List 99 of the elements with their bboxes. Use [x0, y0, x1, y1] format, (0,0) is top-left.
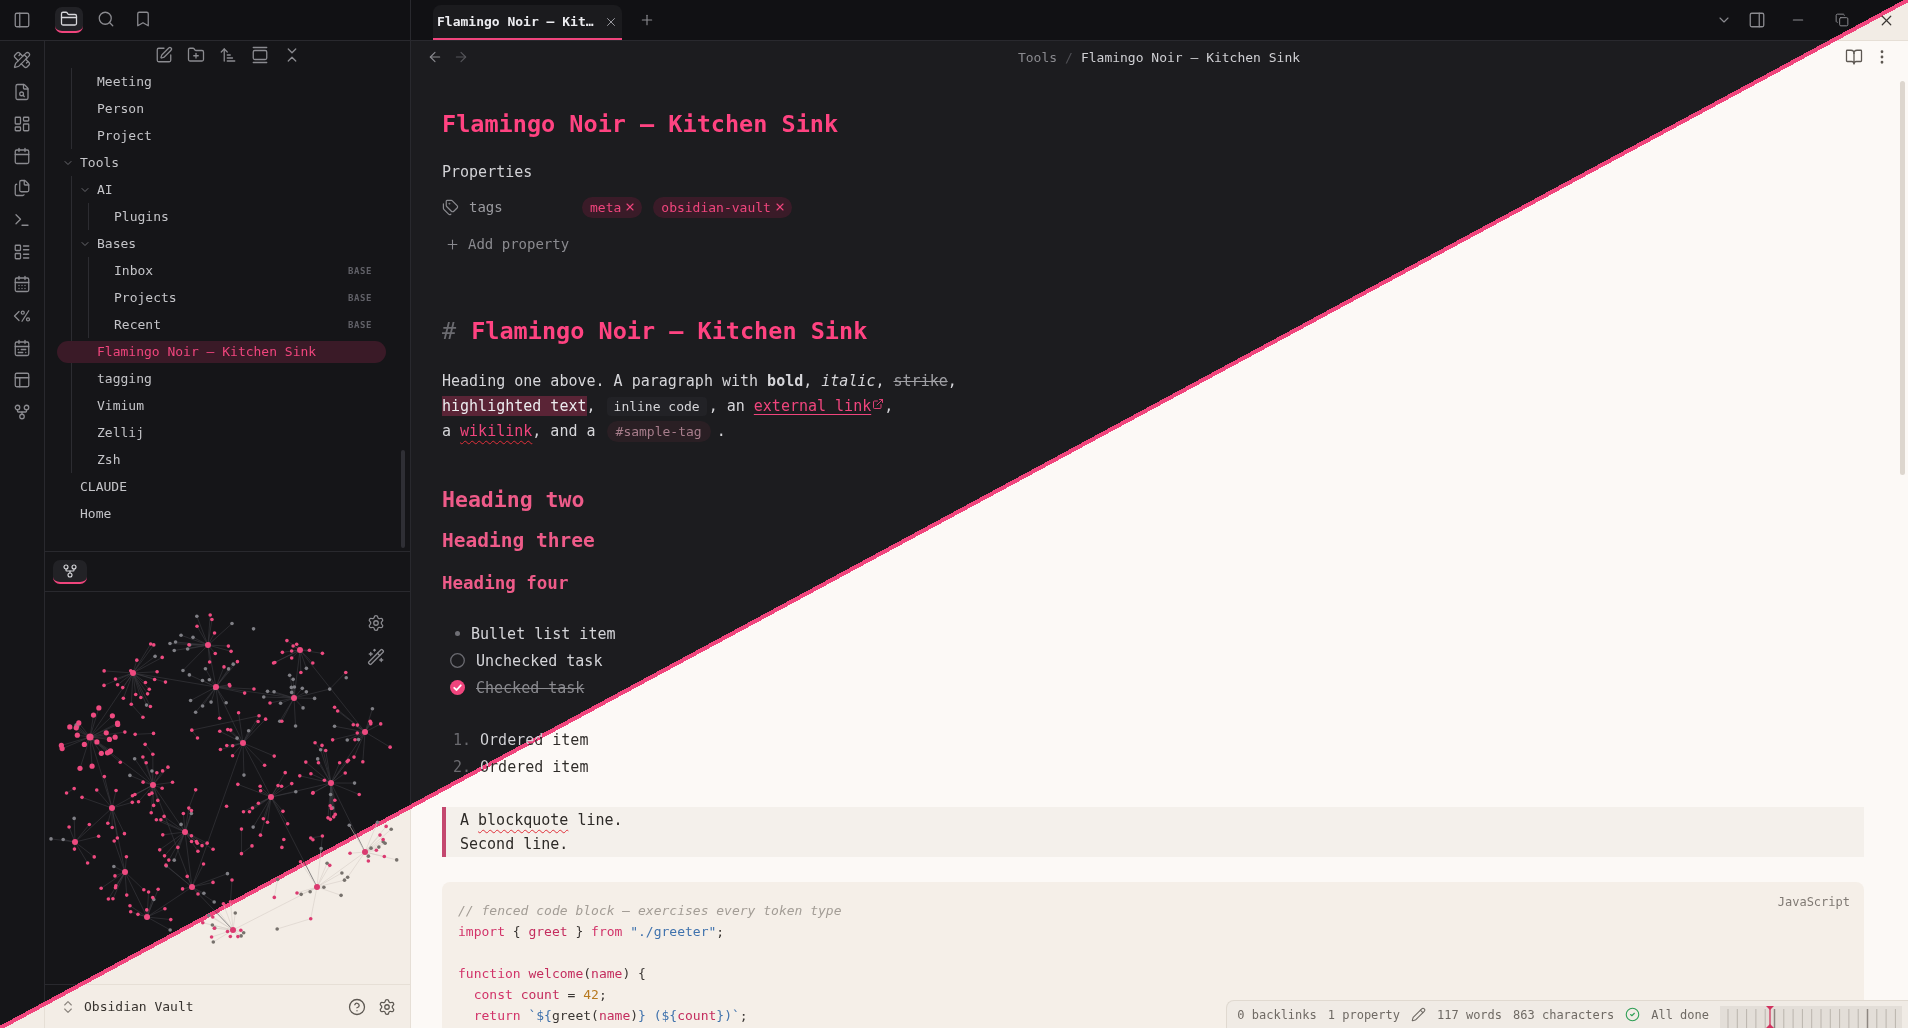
- folder-icon: [60, 10, 78, 28]
- settings-icon[interactable]: [378, 997, 396, 1016]
- tag-pill[interactable]: meta: [582, 196, 643, 218]
- tag-link[interactable]: #sample-tag: [606, 421, 711, 442]
- note-tab[interactable]: Flamingo Noir — Kit…: [433, 5, 622, 40]
- add-property-button[interactable]: Add property: [442, 231, 576, 257]
- right-sidebar-icon[interactable]: [1748, 11, 1766, 29]
- file-item[interactable]: Zsh: [57, 448, 386, 471]
- external-link-icon: [872, 398, 885, 410]
- pencil-ruler-icon[interactable]: [13, 51, 31, 69]
- note-title[interactable]: Flamingo Noir — Kitchen Sink: [442, 108, 839, 140]
- file-item[interactable]: Person: [57, 97, 386, 120]
- calendar-days-icon[interactable]: [13, 275, 31, 293]
- task-checkbox[interactable]: [450, 653, 465, 668]
- word-count: 117 words: [1437, 1007, 1503, 1022]
- file-type-label: BASE: [347, 319, 372, 330]
- file-explorer-tab[interactable]: [55, 7, 83, 33]
- task-checkbox[interactable]: [450, 680, 465, 695]
- git-fork-icon[interactable]: [13, 403, 31, 421]
- heading-text: Flamingo Noir — Kitchen Sink: [471, 316, 868, 347]
- graph-tab[interactable]: [53, 559, 87, 584]
- sidebar-toggle-icon[interactable]: [13, 11, 31, 29]
- new-folder-icon[interactable]: [186, 45, 205, 64]
- vault-switcher-button[interactable]: Obsidian Vault: [60, 998, 194, 1015]
- sort-icon[interactable]: [218, 45, 237, 64]
- bullet-icon: [455, 631, 460, 636]
- folder-item[interactable]: Bases: [57, 232, 386, 255]
- task-text: Checked task: [476, 678, 585, 697]
- files-icon[interactable]: [13, 179, 31, 197]
- tag-icon: [442, 198, 459, 216]
- check-circle-icon: [1625, 1007, 1641, 1022]
- book-icon[interactable]: [1845, 48, 1863, 66]
- heading-text: Heading three: [442, 528, 595, 554]
- search-icon: [97, 10, 115, 28]
- list-number: 1.: [453, 730, 472, 749]
- panel-icon[interactable]: [250, 45, 269, 64]
- arrow-left-icon[interactable]: [427, 49, 443, 65]
- properties-heading[interactable]: Properties: [442, 160, 533, 184]
- plus-icon[interactable]: [639, 12, 655, 28]
- character-count: 863 characters: [1513, 1007, 1615, 1022]
- code-line: const count = 42;: [472, 986, 607, 1004]
- file-item[interactable]: Flamingo Noir — Kitchen Sink: [57, 340, 386, 363]
- external-link[interactable]: external link: [753, 397, 885, 415]
- file-item[interactable]: Plugins: [57, 205, 386, 228]
- file-item[interactable]: Project: [57, 124, 386, 147]
- plus-icon: [445, 236, 460, 252]
- tag-pill[interactable]: obsidian-vault: [653, 196, 792, 218]
- angle-percent-icon[interactable]: [13, 307, 31, 325]
- code-line: import { greet } from "./greeter";: [458, 923, 725, 941]
- file-item[interactable]: Home: [57, 502, 386, 525]
- code-line: return `${greet(name)} (${count})`;: [472, 1007, 748, 1025]
- terminal-icon[interactable]: [13, 211, 31, 229]
- file-item[interactable]: Inbox BASE: [57, 259, 386, 282]
- file-type-label: BASE: [347, 265, 372, 276]
- file-item[interactable]: Vimium: [57, 394, 386, 417]
- heading-text: Heading two: [442, 486, 585, 514]
- heading-text: Heading four: [442, 572, 569, 595]
- folder-item[interactable]: Tools: [57, 151, 386, 174]
- property-key[interactable]: tags: [469, 199, 503, 215]
- wiki-link[interactable]: wikilink: [460, 422, 533, 440]
- calendar-icon[interactable]: [13, 147, 31, 165]
- heading-marker: #: [442, 316, 457, 347]
- sync-status[interactable]: All done: [1651, 1007, 1709, 1022]
- breadcrumb-current[interactable]: Flamingo Noir — Kitchen Sink: [1080, 49, 1301, 65]
- scrollbar-thumb[interactable]: [1900, 81, 1905, 475]
- list-icon[interactable]: [13, 243, 31, 261]
- calendar-range-icon[interactable]: [13, 339, 31, 357]
- timeline-strip-drawing[interactable]: [1720, 1004, 1902, 1028]
- file-item[interactable]: tagging: [57, 367, 386, 390]
- breadcrumb-separator: /: [1065, 49, 1073, 65]
- layout-icon[interactable]: [13, 371, 31, 389]
- code-language-label: JavaScript: [1777, 894, 1850, 911]
- dashboard-icon[interactable]: [13, 115, 31, 133]
- backlinks-count[interactable]: 0 backlinks: [1237, 1007, 1317, 1022]
- property-count: 1 property: [1327, 1007, 1400, 1022]
- blockquote-text: A blockquote line. Second line.: [442, 807, 1864, 857]
- new-note-icon[interactable]: [154, 45, 173, 64]
- file-item[interactable]: Recent BASE: [57, 313, 386, 336]
- bookmark-icon: [134, 10, 152, 28]
- code-line: // fenced code block — exercises every token type: [458, 902, 842, 920]
- breadcrumb-link[interactable]: Tools: [1017, 49, 1058, 65]
- git-fork-icon: [62, 562, 78, 579]
- list-item-text: Bullet list item: [471, 624, 616, 643]
- paragraph-text: Heading one above. A paragraph with bold, italic, strike, highlighted text, inline code , an external link , a wikilink, and a #sample-tag .: [442, 371, 957, 444]
- help-icon[interactable]: [348, 997, 366, 1016]
- code-line: function welcome(name) {: [458, 965, 646, 983]
- file-item[interactable]: Projects BASE: [57, 286, 386, 309]
- folder-item[interactable]: AI: [57, 178, 386, 201]
- file-type-label: BASE: [347, 292, 372, 303]
- restore-icon[interactable]: [1835, 13, 1849, 27]
- magic-wand-icon[interactable]: [367, 648, 385, 666]
- pencil-icon[interactable]: [1411, 1007, 1426, 1022]
- task-text: Unchecked task: [476, 651, 603, 670]
- file-search-icon[interactable]: [13, 83, 31, 101]
- list-number: 2.: [453, 757, 472, 776]
- file-item[interactable]: Meeting: [57, 70, 386, 93]
- file-item[interactable]: Zellij: [57, 421, 386, 444]
- file-item[interactable]: CLAUDE: [57, 475, 386, 498]
- settings-icon[interactable]: [367, 614, 385, 632]
